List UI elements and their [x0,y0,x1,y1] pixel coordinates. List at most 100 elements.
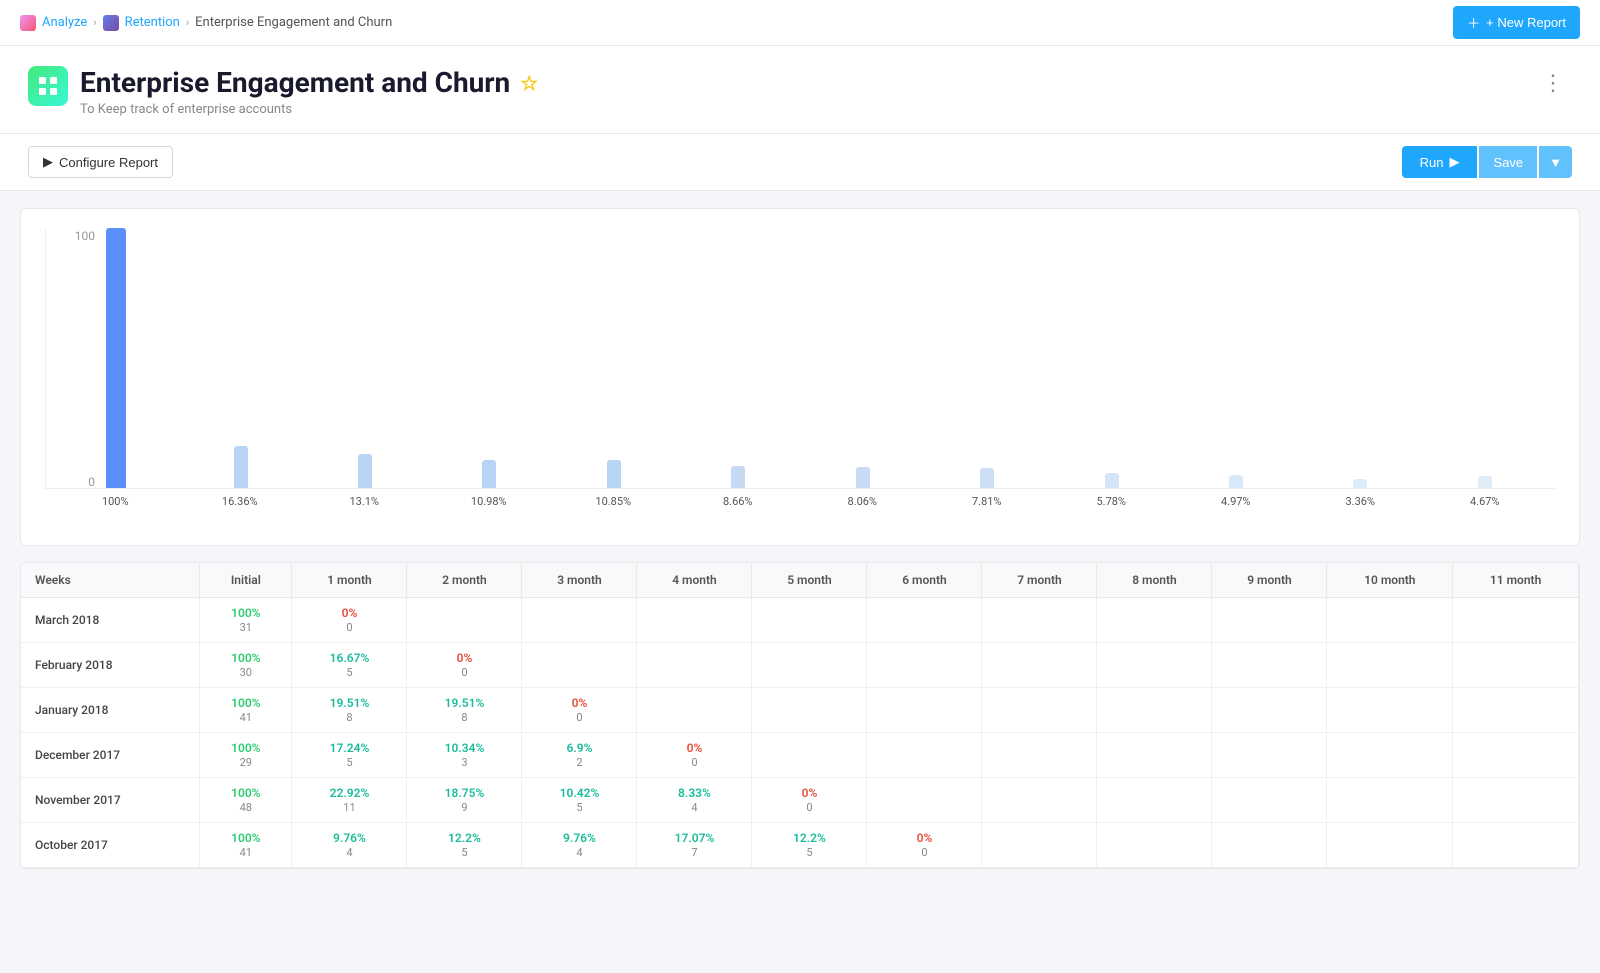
breadcrumb: Analyze › Retention › Enterprise Engagem… [20,15,392,31]
bar-label-9: 4.97% [1174,489,1299,508]
cell-3-6 [867,733,982,778]
bar-group-10 [1298,229,1422,488]
cell-0-4 [637,598,752,643]
bar-6 [856,467,870,488]
cell-2-3: 0%0 [522,688,637,733]
save-dropdown-button[interactable]: ▼ [1539,146,1572,178]
cell-5-2: 12.2%5 [407,823,522,868]
bar-11 [1478,476,1492,488]
cell-2-1: 19.51%8 [292,688,407,733]
table-header-6-month: 6 month [867,563,982,598]
page-title: Enterprise Engagement and Churn ☆ [80,66,538,99]
table-header-9-month: 9 month [1212,563,1327,598]
cell-1-8 [1097,643,1212,688]
bar-3 [482,460,496,488]
new-report-label: + New Report [1486,15,1566,30]
table-header-5-month: 5 month [752,563,867,598]
toolbar-right: Run ▶ Save ▼ [1402,146,1572,178]
cell-4-2: 18.75%9 [407,778,522,823]
cell-5-6: 0%0 [867,823,982,868]
breadcrumb-sep-1: › [93,16,96,29]
bar-label-6: 8.06% [800,489,925,508]
bar-0 [106,228,126,488]
analyze-icon [20,15,36,31]
bar-5 [731,466,745,488]
bar-2 [358,454,372,488]
more-options-button[interactable]: ⋮ [1534,66,1572,100]
cell-1-7 [982,643,1097,688]
page-icon [28,66,68,106]
cell-2-5 [752,688,867,733]
save-button[interactable]: Save [1479,146,1537,178]
cell-1-11 [1453,643,1579,688]
cell-5-8 [1097,823,1212,868]
cell-1-1: 16.67%5 [292,643,407,688]
table-row: January 2018100%4119.51%819.51%80%0 [21,688,1579,733]
table-row: December 2017100%2917.24%510.34%36.9%20%… [21,733,1579,778]
bar-label-2: 13.1% [302,489,427,508]
cell-5-11 [1453,823,1579,868]
table-header-8-month: 8 month [1097,563,1212,598]
table-header-weeks: Weeks [21,563,200,598]
cell-4-9 [1212,778,1327,823]
page-header-left: Enterprise Engagement and Churn ☆ To Kee… [28,66,538,117]
chart-y-axis: 100 0 [45,229,105,489]
cell-week-1: February 2018 [21,643,200,688]
cell-1-10 [1327,643,1453,688]
cell-2-7 [982,688,1097,733]
cell-week-0: March 2018 [21,598,200,643]
table-body: March 2018100%310%0February 2018100%3016… [21,598,1579,868]
breadcrumb-retention[interactable]: Retention [125,15,180,30]
run-icon: ▶ [1449,154,1459,170]
cell-0-3 [522,598,637,643]
cell-2-9 [1212,688,1327,733]
cell-4-1: 22.92%11 [292,778,407,823]
cell-4-8 [1097,778,1212,823]
bar-label-11: 4.67% [1423,489,1548,508]
cell-1-9 [1212,643,1327,688]
table-header-3-month: 3 month [522,563,637,598]
table-header-1-month: 1 month [292,563,407,598]
bar-8 [1105,473,1119,488]
table-card: WeeksInitial1 month2 month3 month4 month… [20,562,1580,869]
y-label-0: 0 [88,475,95,489]
chevron-down-icon: ▼ [1549,155,1562,170]
cell-0-2 [407,598,522,643]
new-report-button[interactable]: ＋ + New Report [1453,6,1580,39]
main-content: 100 0 100%16.36%13.1%10.98%10.85%8.66%8.… [0,192,1600,885]
cell-3-5 [752,733,867,778]
breadcrumb-analyze[interactable]: Analyze [42,15,87,30]
cell-0-9 [1212,598,1327,643]
retention-icon [103,15,119,31]
configure-report-button[interactable]: ▶ Configure Report [28,146,173,178]
table-header-2-month: 2 month [407,563,522,598]
cell-week-4: November 2017 [21,778,200,823]
star-icon[interactable]: ☆ [520,71,538,95]
cell-5-10 [1327,823,1453,868]
cell-5-4: 17.07%7 [637,823,752,868]
cell-2-4 [637,688,752,733]
cell-0-10 [1327,598,1453,643]
data-table: WeeksInitial1 month2 month3 month4 month… [21,563,1579,868]
bar-label-5: 8.66% [676,489,801,508]
bar-label-0: 100% [53,489,178,508]
bar-group-1 [178,229,302,488]
bar-group-5 [676,229,800,488]
table-row: March 2018100%310%0 [21,598,1579,643]
cell-3-11 [1453,733,1579,778]
chart-card: 100 0 100%16.36%13.1%10.98%10.85%8.66%8.… [20,208,1580,546]
cell-0-8 [1097,598,1212,643]
cell-5-9 [1212,823,1327,868]
cell-week-5: October 2017 [21,823,200,868]
bar-group-2 [303,229,427,488]
cell-2-2: 19.51%8 [407,688,522,733]
cell-1-0: 100%30 [200,643,292,688]
cell-3-8 [1097,733,1212,778]
run-button[interactable]: Run ▶ [1402,146,1478,178]
bar-label-3: 10.98% [427,489,552,508]
cell-2-10 [1327,688,1453,733]
cell-4-10 [1327,778,1453,823]
top-nav: Analyze › Retention › Enterprise Engagem… [0,0,1600,46]
bar-group-8 [1049,229,1173,488]
cell-1-2: 0%0 [407,643,522,688]
